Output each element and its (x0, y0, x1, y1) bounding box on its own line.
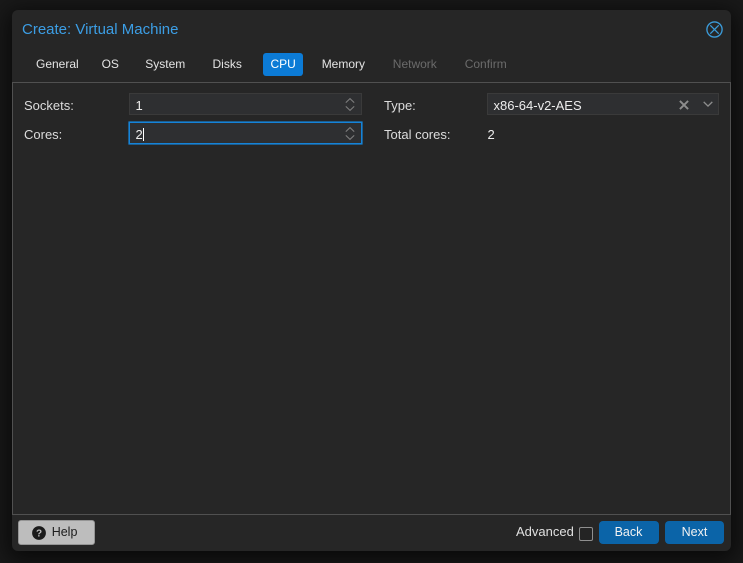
svg-text:?: ? (36, 529, 42, 540)
